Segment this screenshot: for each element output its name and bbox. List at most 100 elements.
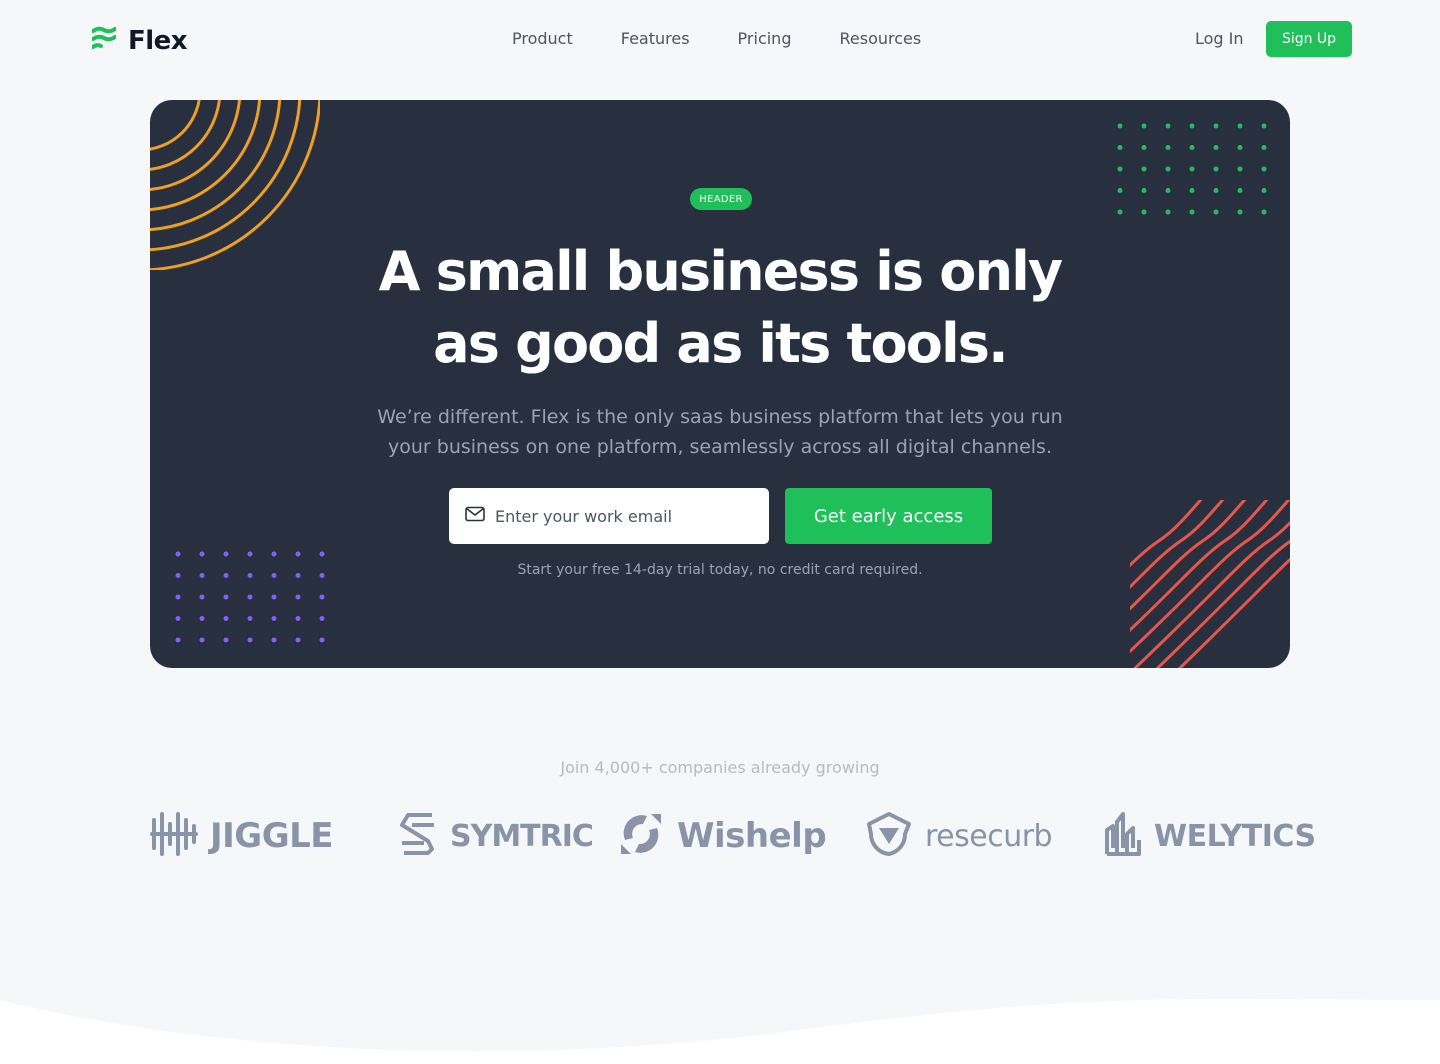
decorative-dot: [223, 551, 229, 557]
decorative-dot: [1117, 188, 1123, 193]
hero-subtext: We’re different. Flex is the only saas b…: [377, 406, 1063, 458]
decorative-dot: [1189, 145, 1195, 150]
decorative-dot: [1213, 209, 1219, 215]
brand-name-symtric: SYMTRIC: [450, 818, 594, 854]
nav-link-pricing[interactable]: Pricing: [738, 29, 792, 48]
decorative-dot: [295, 594, 301, 600]
email-input[interactable]: [495, 506, 745, 526]
resecurb-logo-icon: [865, 810, 913, 862]
decorative-dot: [223, 573, 229, 578]
decorative-dot: [247, 594, 253, 600]
trial-note: Start your free 14-day trial today, no c…: [517, 562, 923, 578]
decorative-dot: [1141, 123, 1147, 129]
social-proof-heading: Join 4,000+ companies already growing: [560, 758, 880, 777]
flex-logo-icon: [91, 26, 117, 56]
decorative-dot: [1213, 166, 1219, 172]
decorative-dot: [1117, 209, 1123, 215]
decorative-dot: [295, 551, 301, 557]
brand-wishelp: Wishelp: [617, 808, 827, 864]
decorative-dot: [1261, 145, 1267, 150]
bottom-wave-decoration: [0, 998, 1440, 1064]
decorative-dot: [1213, 145, 1219, 150]
decorative-dot: [175, 551, 181, 557]
headline-line-2: as good as its tools.: [433, 312, 1009, 375]
brand-symtric: SYMTRIC: [398, 808, 594, 864]
decorative-dot: [1165, 166, 1171, 172]
nav-link-resources[interactable]: Resources: [839, 29, 921, 48]
decorative-dot: [1165, 145, 1171, 150]
mail-icon: [465, 506, 485, 526]
decorative-dot: [319, 637, 325, 643]
decorative-dot: [1261, 123, 1267, 129]
decorative-dot: [199, 551, 205, 557]
customer-logos: JIGGLE SYMTRIC Wishelp resecurb WELYTICS: [150, 808, 1316, 868]
decorative-dot: [319, 573, 325, 578]
decorative-dot: [1237, 145, 1243, 150]
decorative-dot: [199, 616, 205, 621]
decorative-dot: [175, 637, 181, 643]
decorative-dot: [1189, 209, 1195, 215]
decorative-dot: [271, 594, 277, 600]
decorative-dot: [271, 637, 277, 643]
decorative-dot: [1141, 209, 1147, 215]
purple-dot-grid-decoration: [175, 551, 325, 643]
decorative-dot: [247, 551, 253, 557]
brand-name-jiggle: JIGGLE: [210, 816, 334, 856]
decorative-dot: [319, 551, 325, 557]
decorative-dot: [319, 594, 325, 600]
decorative-dot: [1213, 188, 1219, 193]
decorative-dot: [1189, 123, 1195, 129]
decorative-dot: [175, 594, 181, 600]
decorative-dot: [319, 616, 325, 621]
decorative-dot: [295, 637, 301, 643]
decorative-dot: [247, 616, 253, 621]
decorative-dot: [1237, 166, 1243, 172]
nav-link-features[interactable]: Features: [621, 29, 690, 48]
decorative-dot: [1237, 209, 1243, 215]
decorative-dot: [1117, 166, 1123, 172]
decorative-dot: [223, 637, 229, 643]
brand-name-resecurb: resecurb: [925, 818, 1053, 854]
hero-card: HEADER A small business is only as good …: [150, 100, 1290, 668]
decorative-dot: [1213, 123, 1219, 129]
decorative-dot: [1165, 123, 1171, 129]
decorative-dot: [1165, 209, 1171, 215]
decorative-dot: [271, 616, 277, 621]
decorative-dot: [247, 573, 253, 578]
welytics-logo-icon: [1104, 810, 1142, 862]
email-field[interactable]: [449, 488, 769, 544]
brand-resecurb: resecurb: [865, 808, 1053, 864]
decorative-dot: [199, 573, 205, 578]
symtric-logo-icon: [398, 811, 438, 861]
headline-line-1: A small business is only: [378, 240, 1063, 303]
decorative-dot: [1117, 123, 1123, 129]
decorative-dot: [295, 616, 301, 621]
decorative-dot: [199, 594, 205, 600]
main-menu: Product Features Pricing Resources: [512, 29, 921, 48]
nav-link-product[interactable]: Product: [512, 29, 573, 48]
decorative-dot: [175, 616, 181, 621]
login-link[interactable]: Log In: [1195, 29, 1244, 48]
wishelp-logo-icon: [617, 810, 665, 862]
brand-name: Flex: [128, 26, 188, 56]
decorative-dot: [1189, 188, 1195, 193]
brand-jiggle: JIGGLE: [150, 808, 334, 864]
red-waves-decoration: [1130, 500, 1290, 668]
decorative-dot: [1261, 166, 1267, 172]
decorative-dot: [199, 637, 205, 643]
signup-button[interactable]: Sign Up: [1266, 21, 1352, 57]
brand-logo[interactable]: Flex: [91, 26, 188, 56]
decorative-dot: [223, 594, 229, 600]
jiggle-logo-icon: [150, 810, 198, 862]
decorative-dot: [295, 573, 301, 578]
decorative-dot: [1141, 166, 1147, 172]
decorative-dot: [1261, 209, 1267, 215]
decorative-dot: [1261, 188, 1267, 193]
decorative-dot: [1165, 188, 1171, 193]
decorative-dot: [247, 637, 253, 643]
green-dot-grid-decoration: [1117, 123, 1267, 215]
get-early-access-button[interactable]: Get early access: [785, 488, 992, 544]
top-navigation: Flex Product Features Pricing Resources …: [0, 0, 1440, 80]
brand-name-wishelp: Wishelp: [677, 816, 827, 856]
decorative-dot: [175, 573, 181, 578]
